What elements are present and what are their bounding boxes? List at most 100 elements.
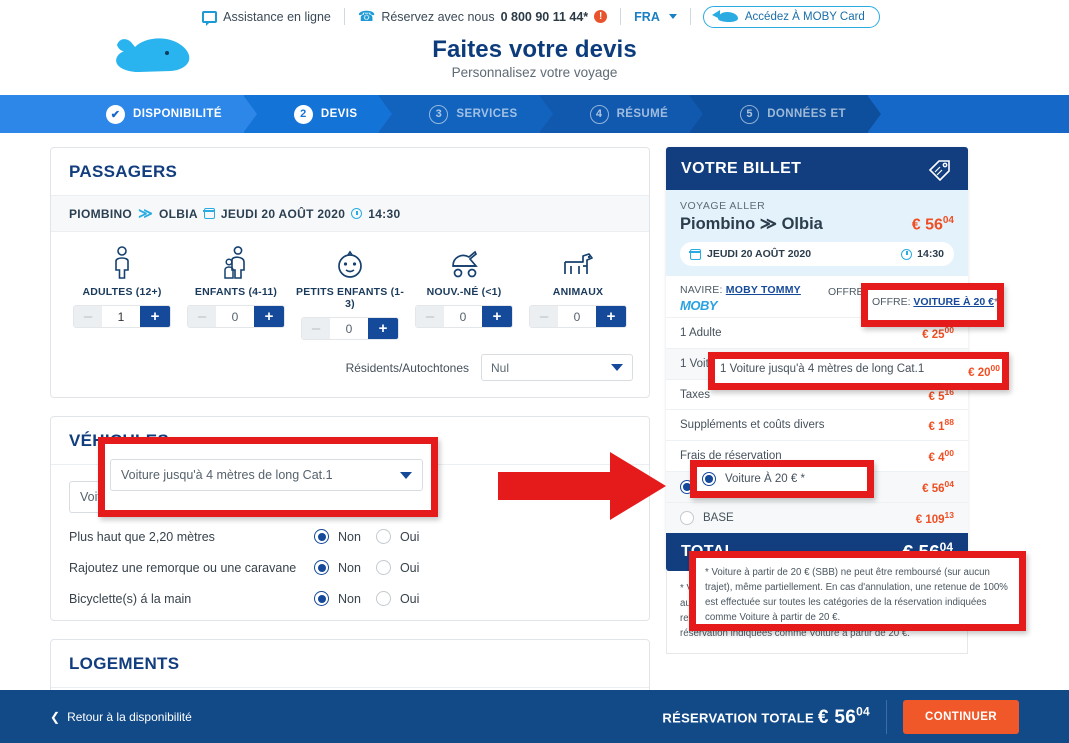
offre-info: OFFRE: VOITURE À 20 €* <box>828 284 954 298</box>
pets-stepper[interactable]: – 0 + <box>529 305 627 328</box>
step-label: DONNÉES ET <box>767 108 846 120</box>
ticket-panel: VOTRE BILLET VOYAGE ALLER Piombino ≫ Olb… <box>666 147 968 571</box>
navire-name[interactable]: MOBY TOMMY <box>726 284 801 296</box>
moby-whale-logo[interactable] <box>105 31 201 77</box>
increment-button[interactable]: + <box>596 306 626 327</box>
footer-total: RÉSERVATION TOTALE € 5604 <box>662 704 870 728</box>
adults-stepper[interactable]: – 1 + <box>73 305 171 328</box>
page-root: Assistance en ligne ☎ Réservez avec nous… <box>0 0 1069 743</box>
ticket-summary: VOYAGE ALLER Piombino ≫ Olbia € 5604 JEU… <box>666 190 968 276</box>
step-devis[interactable]: 2 DEVIS <box>243 95 392 133</box>
offer-amount: € 5604 <box>922 479 954 495</box>
category-label: NOUV.-NÉ (<1) <box>426 286 502 298</box>
increment-button[interactable]: + <box>254 306 284 327</box>
adults-value: 1 <box>102 306 140 327</box>
route-time: 14:30 <box>368 206 401 221</box>
footer-actions: RÉSERVATION TOTALE € 5604 CONTINUER <box>662 699 1019 734</box>
lodgings-title: LOGEMENTS <box>69 654 180 673</box>
ticket-total-row: TOTAL € 5604 <box>666 532 968 571</box>
ticket-line-fees: Frais de réservation € 400 <box>666 440 968 472</box>
residents-label: Résidents/Autochtones <box>345 360 469 375</box>
adult-icon <box>65 244 179 280</box>
assistance-link[interactable]: Assistance en ligne <box>189 10 344 26</box>
offre-label: OFFRE: <box>827 286 867 298</box>
offer-radio-selected[interactable] <box>680 480 694 495</box>
chat-icon <box>202 10 218 26</box>
footer-total-label: RÉSERVATION TOTALE <box>662 710 814 726</box>
category-label: ADULTES (12+) <box>82 286 162 298</box>
passenger-category-toddlers: PETITS ENFANTS (1-3) – 0 + <box>293 244 407 340</box>
step-badge-2: 2 <box>293 104 313 124</box>
offer-amount: € 10913 <box>915 509 954 526</box>
total-label: TOTAL <box>681 542 735 560</box>
vehicle-option-bicycle: Bicyclette(s) á la main Non Oui <box>69 591 631 606</box>
step-label: DISPONIBILITÉ <box>133 108 222 120</box>
offer-radio-base[interactable] <box>680 510 694 525</box>
step-donnees[interactable]: 5 DONNÉES ET <box>690 95 881 133</box>
radio-non[interactable] <box>314 529 329 544</box>
calendar-icon <box>689 248 701 260</box>
passenger-category-children: ENFANTS (4-11) – 0 + <box>179 244 293 340</box>
step-resume[interactable]: 4 RÉSUMÉ <box>539 95 703 133</box>
ticket-line-adult: 1 Adulte € 2500 <box>666 317 968 348</box>
ticket-line-supplements: Suppléments et coûts divers € 188 <box>666 409 968 441</box>
children-stepper[interactable]: – 0 + <box>187 305 285 328</box>
toddlers-stepper[interactable]: – 0 + <box>301 317 399 340</box>
decrement-button[interactable]: – <box>416 306 444 327</box>
decrement-button[interactable]: – <box>530 306 558 327</box>
ticket-line-car: 1 Voiture jusqu'à 4 mètres de long Cat.1… <box>666 347 968 379</box>
radio-non[interactable] <box>314 591 329 606</box>
newborns-stepper[interactable]: – 0 + <box>415 305 513 328</box>
decrement-button[interactable]: – <box>188 306 216 327</box>
decrement-button[interactable]: – <box>302 318 330 339</box>
offre-value[interactable]: VOITURE À 20 € <box>869 286 950 298</box>
calendar-icon <box>203 208 215 219</box>
right-column: VOTRE BILLET VOYAGE ALLER Piombino ≫ Olb… <box>666 147 968 729</box>
phone-block[interactable]: ☎ Réservez avec nous 0 800 90 11 44* ! <box>345 8 620 25</box>
ticket-offer-voiture20[interactable]: Voiture À 20 € * € 5604 <box>666 471 968 502</box>
children-value: 0 <box>216 306 254 327</box>
main-content: PASSAGERS PIOMBINO ≫ OLBIA JEUDI 20 AOÛT… <box>0 133 1069 729</box>
vehicle-option-height: Plus haut que 2,20 mètres Non Oui <box>69 529 631 544</box>
line-amount: € 188 <box>928 417 954 434</box>
radio-non-label: Non <box>338 591 361 606</box>
whale-icon <box>711 9 738 22</box>
option-radios: Non Oui <box>314 560 425 575</box>
increment-button[interactable]: + <box>482 306 512 327</box>
radio-oui[interactable] <box>375 591 391 606</box>
increment-button[interactable]: + <box>140 306 170 327</box>
step-disponibilite[interactable]: ✔ DISPONIBILITÉ <box>0 95 257 133</box>
option-label: Plus haut que 2,20 mètres <box>69 529 215 544</box>
category-label: PETITS ENFANTS (1-3) <box>295 286 405 310</box>
navire-label: NAVIRE: <box>680 284 723 296</box>
step-services[interactable]: 3 SERVICES <box>379 95 553 133</box>
moby-card-button[interactable]: Accédez À MOBY Card <box>702 5 880 28</box>
radio-oui-label: Oui <box>399 560 420 575</box>
chevron-down-icon <box>611 364 623 371</box>
residents-select[interactable]: Nul <box>481 354 633 381</box>
line-label: Frais de réservation <box>680 450 782 463</box>
moby-wordmark: MOBY <box>680 298 717 313</box>
decrement-button[interactable]: – <box>74 306 102 327</box>
voyage-price: € 5604 <box>911 214 954 233</box>
newborns-value: 0 <box>444 306 482 327</box>
language-selector[interactable]: FRA <box>621 10 690 24</box>
vehicle-type-select[interactable]: Voiture jusqu'à 4 mètres de long Cat.1 <box>69 481 382 513</box>
chevron-down-icon <box>359 493 371 501</box>
category-label: ANIMAUX <box>552 286 604 298</box>
radio-oui[interactable] <box>375 560 391 575</box>
step-badge-check: ✔ <box>106 104 125 124</box>
increment-button[interactable]: + <box>368 318 398 339</box>
radio-non[interactable] <box>314 560 329 575</box>
continue-button[interactable]: CONTINUER <box>903 699 1019 734</box>
phone-icon: ☎ <box>357 8 376 24</box>
radio-oui[interactable] <box>375 529 391 544</box>
step-badge-5: 5 <box>740 104 760 124</box>
voyage-route: Piombino ≫ Olbia <box>680 215 823 233</box>
back-link[interactable]: ❮ Retour à la disponibilité <box>50 710 192 724</box>
route-date: JEUDI 20 AOÛT 2020 <box>220 206 346 221</box>
chevron-left-icon: ❮ <box>50 709 61 724</box>
moby-card-label: Accédez À MOBY Card <box>744 10 865 23</box>
ticket-offer-base[interactable]: BASE € 10913 <box>666 501 968 533</box>
residents-row: Résidents/Autochtones Nul <box>51 344 649 397</box>
